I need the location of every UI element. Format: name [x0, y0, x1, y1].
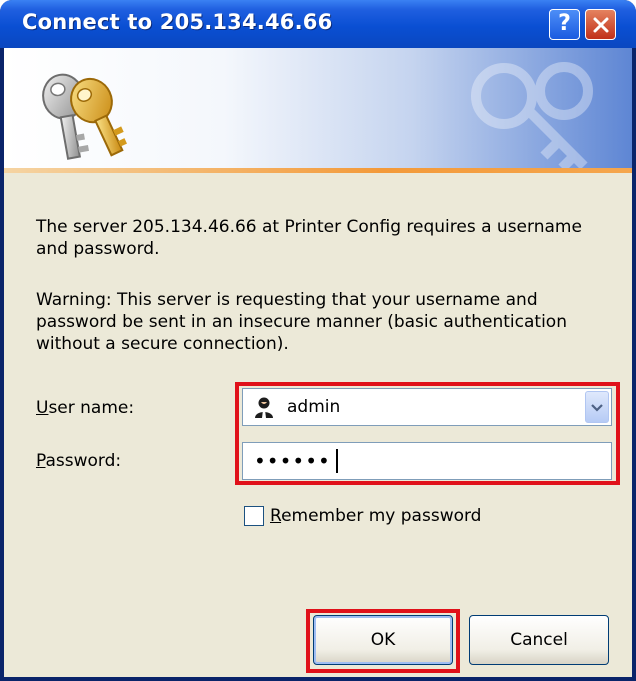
keys-icon [42, 73, 127, 160]
dialog-body: The server 205.134.46.66 at Printer Conf… [4, 48, 632, 677]
remember-password-label[interactable]: Remember my password [270, 506, 481, 526]
banner-divider [4, 168, 632, 173]
remember-password-checkbox[interactable] [244, 506, 264, 526]
username-label: User name: [36, 398, 135, 418]
credentials-highlight [235, 382, 620, 485]
close-icon [593, 17, 608, 33]
server-message: The server 205.134.46.66 at Printer Conf… [36, 217, 582, 259]
cancel-button[interactable]: Cancel [469, 615, 609, 665]
close-button[interactable] [585, 9, 616, 40]
keys-watermark-icon [471, 62, 593, 168]
ok-highlight [306, 609, 460, 673]
title-bar[interactable]: Connect to 205.134.46.66 ? [0, 0, 636, 48]
help-button[interactable]: ? [549, 9, 580, 40]
dialog-title: Connect to 205.134.46.66 [22, 10, 333, 34]
banner [4, 48, 632, 168]
password-label: Password: [36, 451, 122, 471]
login-dialog: Connect to 205.134.46.66 ? The server 20… [0, 0, 636, 681]
security-warning: Warning: This server is requesting that … [36, 290, 567, 354]
